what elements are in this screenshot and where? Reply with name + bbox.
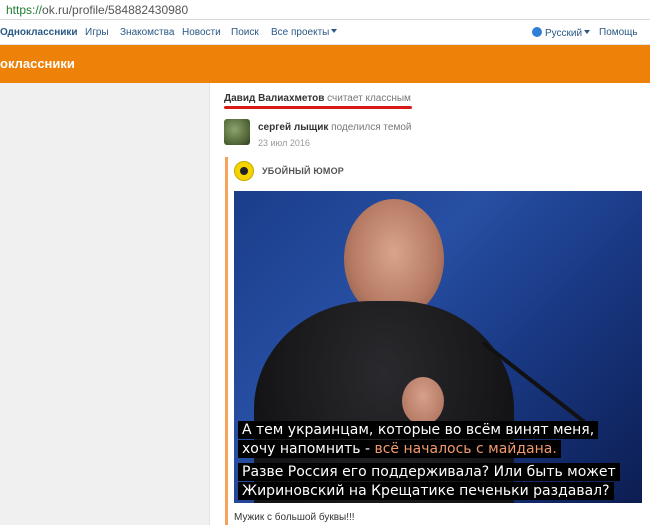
- globe-icon: [532, 27, 542, 37]
- site-logo[interactable]: оклассники: [0, 56, 75, 71]
- nav-all-projects[interactable]: Все проекты: [271, 27, 338, 38]
- author-line: сергей лыщик поделился темой: [258, 122, 411, 133]
- nav-news[interactable]: Новости: [182, 27, 221, 38]
- group-name[interactable]: УБОЙНЫЙ ЮМОР: [262, 166, 344, 176]
- caption-line-1: А тем украинцам, которые во всём винят м…: [238, 421, 599, 439]
- nav-help[interactable]: Помощь: [599, 27, 638, 38]
- caption-line-2: хочу напомнить - всё началось с майдана.: [238, 440, 561, 458]
- language-label: Русский: [545, 28, 583, 39]
- group-avatar[interactable]: [234, 161, 254, 181]
- caption-line-2-highlight: всё началось с майдана.: [374, 441, 557, 457]
- repost-indicator: [225, 157, 228, 525]
- nav-games[interactable]: Игры: [85, 27, 109, 38]
- chevron-down-icon: [584, 30, 591, 34]
- url-scheme: https://: [6, 3, 43, 17]
- author-name[interactable]: сергей лыщик: [258, 122, 328, 133]
- url-text[interactable]: https://ok.ru/profile/584882430980: [6, 3, 188, 17]
- liked-notice: Давид Валиахметов считает классным: [224, 93, 411, 104]
- author-action: поделился темой: [331, 122, 412, 133]
- red-underline-mark: [224, 106, 412, 109]
- url-path: ok.ru/profile/584882430980: [42, 3, 189, 17]
- nav-all-projects-label: Все проекты: [271, 27, 330, 38]
- left-sidebar: [0, 83, 209, 525]
- chevron-down-icon: [331, 29, 338, 33]
- post-comment-text: Мужик с большой буквы!!!: [234, 512, 355, 523]
- caption-line-4: Жириновский на Крещатике печеньки раздав…: [238, 482, 614, 500]
- address-bar[interactable]: https://ok.ru/profile/584882430980: [0, 0, 650, 20]
- liked-action: считает классным: [327, 93, 411, 104]
- top-nav: Одноклассники Игры Знакомства Новости По…: [0, 21, 650, 45]
- author-avatar[interactable]: [224, 119, 250, 145]
- nav-search[interactable]: Поиск: [231, 27, 259, 38]
- post-image[interactable]: А тем украинцам, которые во всём винят м…: [234, 191, 642, 503]
- header-bar: оклассники: [0, 45, 650, 83]
- caption-line-3: Разве Россия его поддерживала? Или быть …: [238, 463, 620, 481]
- feed-item: Давид Валиахметов считает классным серге…: [210, 83, 650, 525]
- group-avatar-dot: [240, 167, 248, 175]
- nav-brand[interactable]: Одноклассники: [0, 27, 78, 38]
- caption-line-2-a: хочу напомнить -: [242, 441, 375, 457]
- image-figure-hand: [402, 377, 444, 425]
- post-date: 23 июл 2016: [258, 138, 310, 148]
- language-selector[interactable]: Русский: [532, 27, 591, 39]
- nav-dating[interactable]: Знакомства: [120, 27, 174, 38]
- liked-by-name[interactable]: Давид Валиахметов: [224, 93, 324, 104]
